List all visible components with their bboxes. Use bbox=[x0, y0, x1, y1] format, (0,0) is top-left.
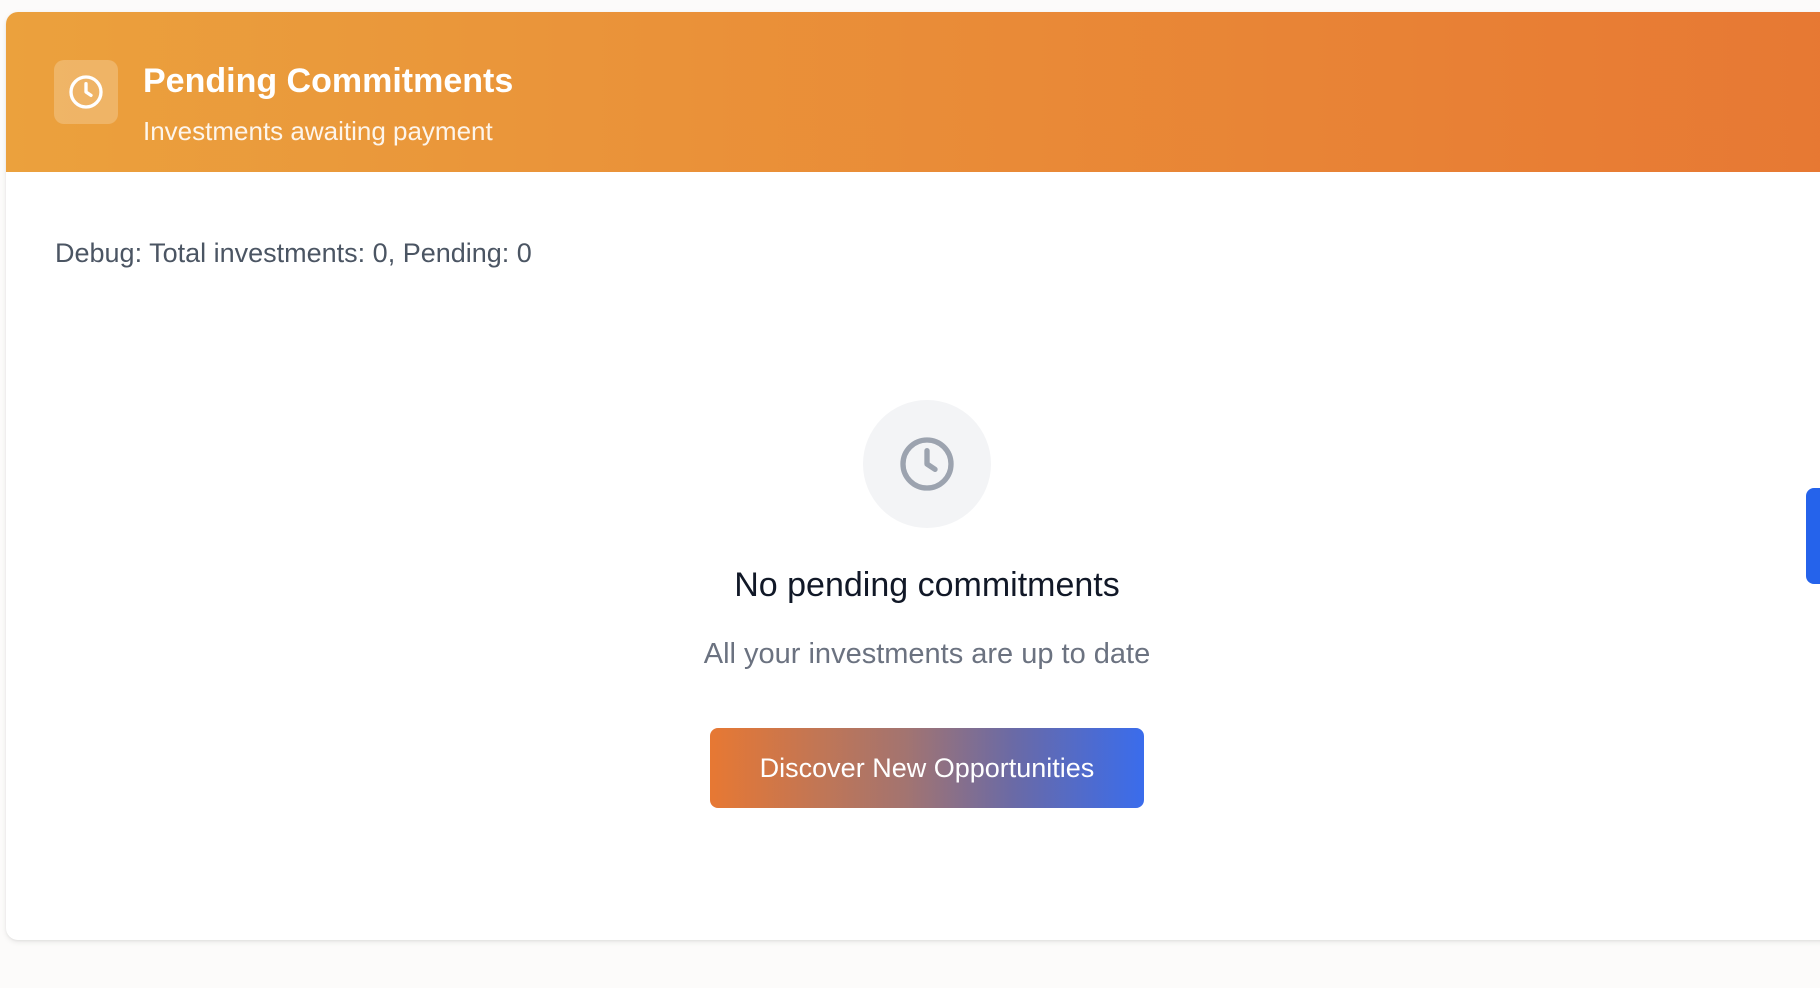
header-title: Pending Commitments bbox=[143, 62, 514, 100]
discover-opportunities-button[interactable]: Discover New Opportunities bbox=[710, 728, 1144, 808]
clock-icon bbox=[900, 437, 954, 491]
empty-state-icon-container bbox=[863, 400, 991, 528]
pending-commitments-card: Pending Commitments Investments awaiting… bbox=[6, 12, 1820, 940]
empty-state-subtitle: All your investments are up to date bbox=[703, 638, 1151, 670]
card-header: Pending Commitments Investments awaiting… bbox=[6, 12, 1820, 172]
clock-icon bbox=[69, 75, 103, 109]
empty-state-title: No pending commitments bbox=[734, 566, 1120, 604]
debug-text: Debug: Total investments: 0, Pending: 0 bbox=[55, 238, 532, 268]
side-tab-handle[interactable] bbox=[1806, 488, 1820, 584]
header-subtitle: Investments awaiting payment bbox=[143, 116, 493, 146]
header-icon-container bbox=[54, 60, 118, 124]
